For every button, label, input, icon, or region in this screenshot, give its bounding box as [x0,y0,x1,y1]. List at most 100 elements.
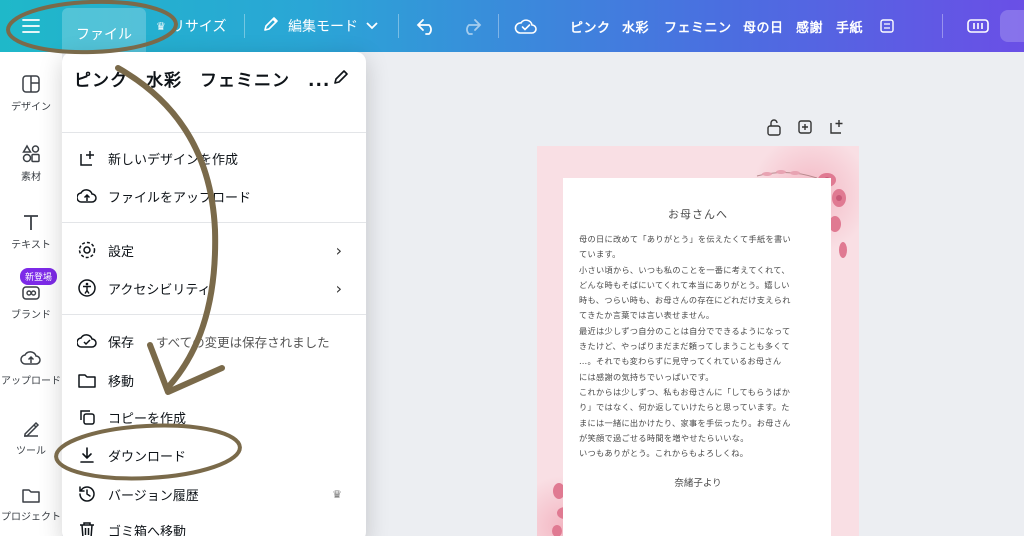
copy-icon [76,406,98,428]
letter-line[interactable]: 母の日に改めて「ありがとう」を伝えたくて手紙を書い [579,232,817,247]
rail-item-projects[interactable]: プロジェクト [0,486,62,523]
edit-mode-button[interactable]: 編集モード [262,0,378,52]
rail-item-tools[interactable]: ツール [0,418,62,457]
add-page-icon[interactable] [828,118,846,136]
upload-icon [20,351,41,365]
title-tag[interactable]: 母の日 [743,0,784,52]
resize-label: リサイズ [170,19,227,35]
toolbar-divider [498,14,499,38]
menu-item-make-copy[interactable]: コピーを作成 [76,402,356,432]
cloud-saved-icon[interactable] [514,0,538,52]
chevron-right-icon: › [335,240,342,260]
resize-button[interactable]: ♛ リサイズ [156,0,226,52]
letter-title[interactable]: お母さんへ [579,206,817,222]
redo-icon[interactable] [460,0,482,52]
menu-item-upload-file[interactable]: ファイルをアップロード [76,181,356,211]
edit-title-icon[interactable] [332,68,350,90]
rail-label: ツール [16,446,46,457]
design-icon [22,75,40,93]
menu-item-save[interactable]: 保存 すべての変更は保存されました [76,326,356,356]
menu-item-label: ファイルをアップロード [108,190,252,206]
letter-line[interactable]: てきたか言葉では言い表せません。 [579,308,817,323]
menu-item-move[interactable]: 移動 [76,365,356,395]
folder-icon [22,489,40,503]
menu-item-label: バージョン履歴 [108,488,199,504]
top-bar: ファイル ♛ リサイズ 編集モード ピンク 水彩 フェミニン 母の日 感謝 手紙 [0,0,1024,60]
toolbar-divider [942,14,943,38]
letter-signature[interactable]: 奈緒子より [579,475,817,489]
letter-line[interactable]: これからは少しずつ、私もお母さんに「してもらうばか [579,385,817,400]
letter-paper: お母さんへ 母の日に改めて「ありがとう」を伝えたくて手紙を書い ています。 小さ… [563,178,831,536]
file-menu-label: ファイル [76,27,132,43]
rail-label: アップロード [1,376,61,387]
toolbar-divider [244,14,245,38]
letter-line[interactable]: ています。 [579,247,817,262]
share-button[interactable] [1000,10,1024,42]
letter-line[interactable]: 小さい頃から、いつも私のことを一番に考えてくれて、 [579,263,817,278]
overflow-icon[interactable] [880,0,894,52]
menu-item-move-to-trash[interactable]: ゴミ箱へ移動 [76,515,356,536]
rail-label: テキスト [11,240,51,251]
accessibility-icon [76,277,98,299]
new-design-icon [76,147,98,169]
file-menu-dropdown: ピンク 水彩 フェミニン ... 新しいデザインを作成 ファイルをアップロード … [62,52,366,536]
letter-line[interactable]: 最近は少しずつ自分のことは自分でできるようになって [579,324,817,339]
lock-icon[interactable] [766,118,782,136]
gear-icon [76,239,98,261]
letter-line[interactable]: まには一緒に出かけたり、家事を手伝ったり。お母さん [579,416,817,431]
menu-item-label: 設定 [108,244,135,260]
title-tag[interactable]: ピンク [570,0,611,52]
menu-divider [62,132,366,133]
letter-line[interactable]: が笑顔で過ごせる時間を増やせたらいいな。 [579,431,817,446]
rail-item-design[interactable]: デザイン [0,74,62,113]
letter-line[interactable]: いつもありがとう。これからもよろしくね。 [579,446,817,461]
download-icon [76,444,98,466]
rail-item-elements[interactable]: 素材 [0,144,62,183]
rail-item-uploads[interactable]: アップロード [0,348,62,387]
letter-line[interactable]: きたけど、やっぱりまだまだ頼ってしまうことも多くて [579,339,817,354]
menu-item-download[interactable]: ダウンロード [76,440,356,470]
menu-divider [62,314,366,315]
menu-item-version-history[interactable]: バージョン履歴 ♛ [76,479,356,509]
upload-cloud-icon [76,185,98,207]
menu-item-settings[interactable]: 設定 › [76,235,356,265]
menu-item-label: ゴミ箱へ移動 [108,524,187,536]
menu-item-label: ダウンロード [108,449,187,465]
chevron-right-icon: › [335,278,342,298]
design-title[interactable]: ピンク 水彩 フェミニン ... [74,66,330,91]
letter-line[interactable]: どんな時もそばにいてくれて本当にありがとう。嬉しい [579,278,817,293]
letter-line[interactable]: …。それでも変わらずに見守ってくれているお母さん [579,354,817,369]
menu-item-label: 移動 [108,374,135,390]
tools-icon [24,421,40,437]
letter-line[interactable]: り」ではなく、何か返していけたらと思っています。た [579,400,817,415]
edit-mode-label: 編集モード [288,19,358,35]
letter-line[interactable]: には感謝の気持ちでいっぱいです。 [579,370,817,385]
rail-item-text[interactable]: テキスト [0,212,62,251]
trash-icon [76,519,98,536]
rail-label: プロジェクト [1,512,61,523]
menu-item-accessibility[interactable]: アクセシビリティ › [76,273,356,303]
duplicate-page-icon[interactable] [796,118,814,136]
title-tag[interactable]: フェミニン [664,0,732,52]
rail-item-brand[interactable]: ブランド [0,284,62,321]
toolbar-divider [398,14,399,38]
menu-item-new-design[interactable]: 新しいデザインを作成 [76,143,356,173]
title-tag[interactable]: 手紙 [836,0,863,52]
rail-label: 素材 [21,172,41,183]
analytics-icon[interactable] [966,0,990,52]
brand-icon [22,286,40,300]
undo-icon[interactable] [416,0,438,52]
title-tag[interactable]: 感謝 [796,0,823,52]
rail-label: ブランド [11,310,51,321]
design-page[interactable]: お母さんへ 母の日に改めて「ありがとう」を伝えたくて手紙を書い ています。 小さ… [537,146,859,536]
folder-icon [76,369,98,391]
pencil-icon [262,15,280,37]
hamburger-menu-icon[interactable] [22,0,40,52]
crown-icon: ♛ [156,19,166,33]
menu-item-label: 新しいデザインを作成 [108,152,239,168]
menu-item-label: コピーを作成 [108,411,187,427]
save-status-text: すべての変更は保存されました [156,334,330,350]
title-tag[interactable]: 水彩 [622,0,649,52]
letter-line[interactable]: 時も、つらい時も、お母さんの存在にどれだけ支えられ [579,293,817,308]
elements-icon [22,144,40,163]
